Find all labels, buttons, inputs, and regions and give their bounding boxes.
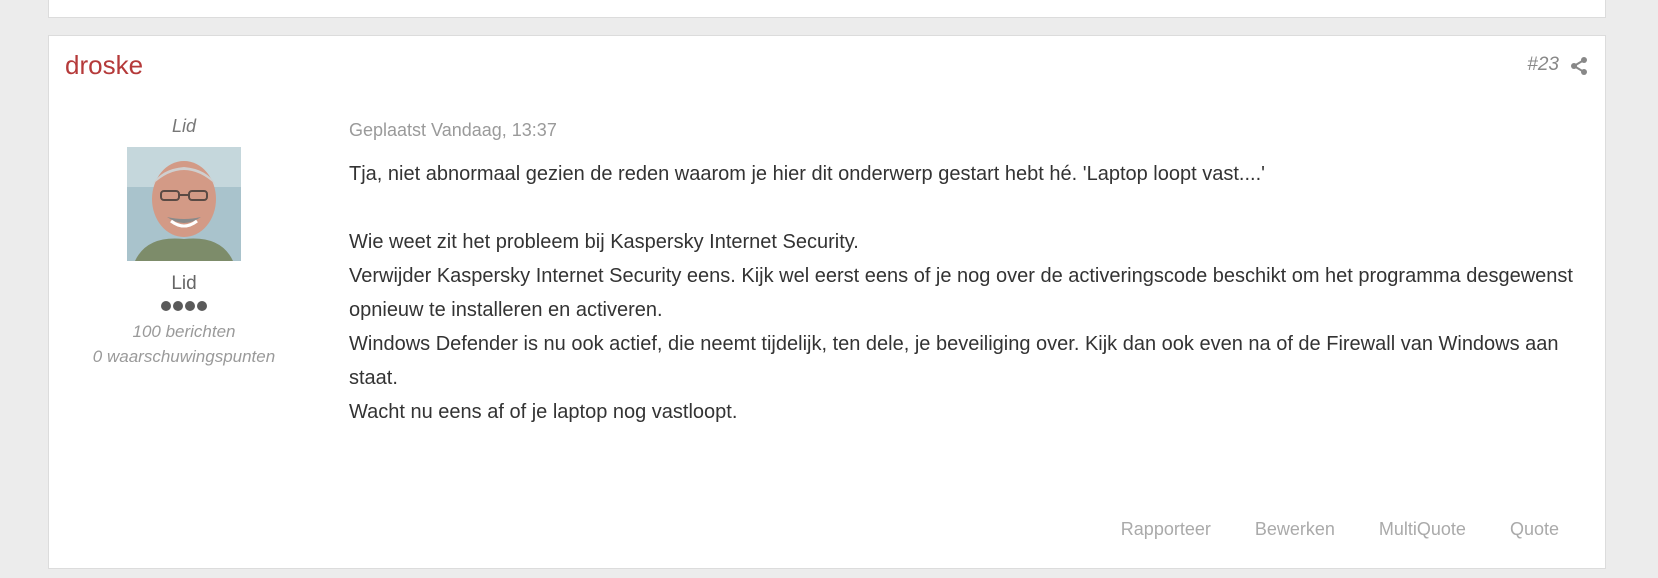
post-paragraph: Wacht nu eens af of je laptop nog vastlo… [349, 401, 738, 423]
author-name-link[interactable]: droske [65, 50, 143, 81]
edit-button[interactable]: Bewerken [1255, 519, 1335, 540]
rank-pip [161, 301, 171, 311]
author-rank: Lid [171, 273, 197, 294]
avatar[interactable] [127, 147, 241, 261]
author-info: Lid Lid 100 berichten 0 waarschuwingspun… [49, 116, 319, 369]
previous-post-card [48, 0, 1606, 18]
post-paragraph: Windows Defender is nu ook actief, die n… [349, 333, 1559, 389]
post-body: Tja, niet abnormaal gezien de reden waar… [349, 157, 1589, 429]
post-count: 100 berichten [132, 322, 236, 341]
rank-pip [185, 301, 195, 311]
multiquote-button[interactable]: MultiQuote [1379, 519, 1466, 540]
post-paragraph: Wie weet zit het probleem bij Kaspersky … [349, 231, 859, 253]
share-icon[interactable] [1569, 56, 1589, 76]
post-timestamp: Geplaatst Vandaag, 13:37 [349, 120, 557, 140]
rank-pips [49, 301, 319, 311]
rank-pip [197, 301, 207, 311]
post-actions: Rapporteer Bewerken MultiQuote Quote [1121, 519, 1559, 540]
report-button[interactable]: Rapporteer [1121, 519, 1211, 540]
post-paragraph: Tja, niet abnormaal gezien de reden waar… [349, 163, 1265, 185]
post-number-link[interactable]: #23 [1527, 54, 1559, 76]
post-content: Geplaatst Vandaag, 13:37 Tja, niet abnor… [349, 120, 1589, 429]
post-paragraph: Verwijder Kaspersky Internet Security ee… [349, 265, 1573, 321]
post-card: droske #23 Lid Lid 100 berichten 0 waars… [48, 35, 1606, 569]
warning-points: 0 waarschuwingspunten [92, 347, 276, 366]
author-title: Lid [171, 116, 197, 136]
rank-pip [173, 301, 183, 311]
quote-button[interactable]: Quote [1510, 519, 1559, 540]
